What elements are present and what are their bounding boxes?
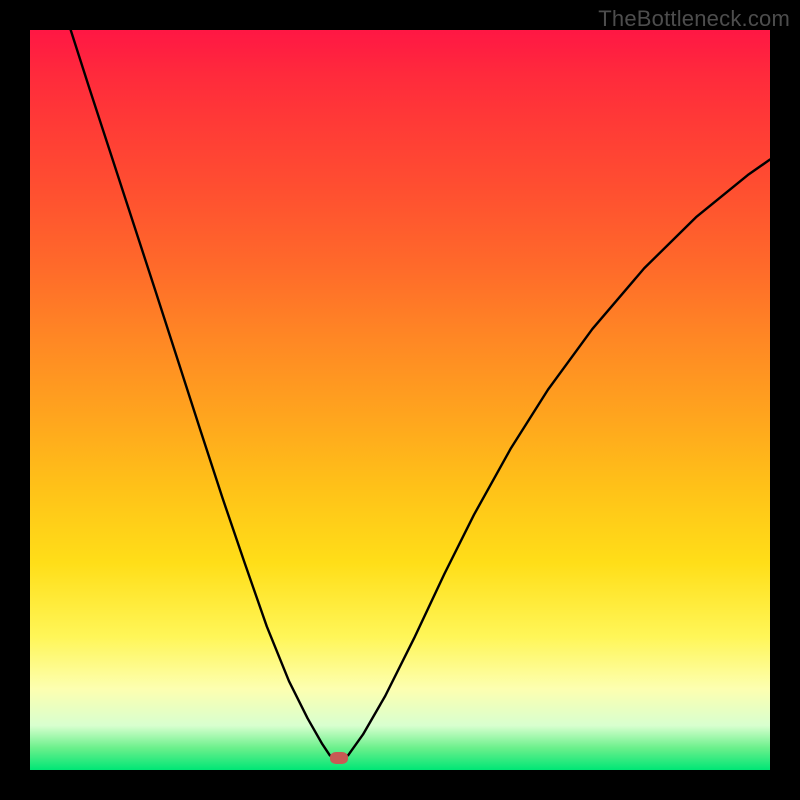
min-marker-bead: [330, 752, 348, 764]
watermark-text: TheBottleneck.com: [598, 6, 790, 32]
curve-path: [71, 30, 770, 761]
plot-area: [30, 30, 770, 770]
bottleneck-curve: [30, 30, 770, 770]
chart-frame: TheBottleneck.com: [0, 0, 800, 800]
